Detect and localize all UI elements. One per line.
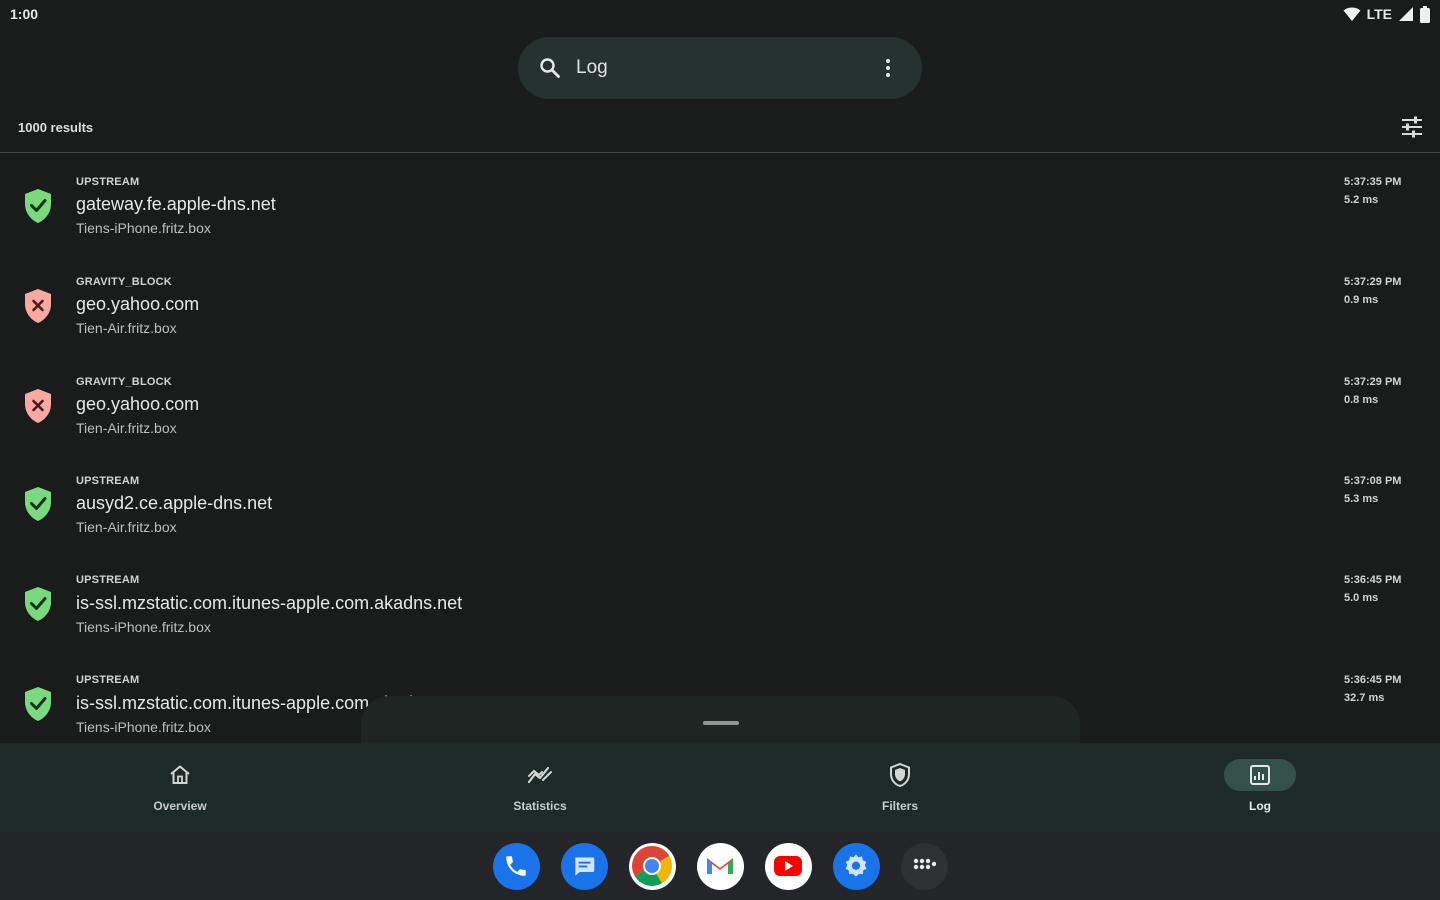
log-client: Tien-Air.fritz.box bbox=[76, 420, 177, 436]
nav-item-statistics[interactable]: Statistics bbox=[360, 743, 720, 832]
status-icons: LTE bbox=[1343, 5, 1430, 23]
gmail-icon bbox=[707, 858, 733, 874]
log-time: 5:37:08 PM bbox=[1344, 475, 1402, 487]
log-time: 5:37:29 PM bbox=[1344, 376, 1402, 388]
youtube-app[interactable] bbox=[764, 842, 812, 890]
log-status: UPSTREAM bbox=[76, 574, 140, 586]
log-duration: 5.2 ms bbox=[1344, 194, 1379, 206]
log-status: UPSTREAM bbox=[76, 176, 140, 188]
nav-icon-container bbox=[864, 759, 936, 791]
nav-label: Log bbox=[1249, 799, 1271, 813]
home-icon bbox=[170, 765, 190, 784]
taskbar bbox=[0, 832, 1440, 900]
status-time: 1:00 bbox=[10, 6, 39, 22]
tune-filter-icon[interactable] bbox=[1399, 114, 1425, 140]
network-type: LTE bbox=[1366, 6, 1392, 22]
nav-icon-container bbox=[1224, 759, 1296, 791]
query-log-list[interactable]: UPSTREAM gateway.fe.apple-dns.net Tiens-… bbox=[0, 153, 1440, 743]
log-domain: geo.yahoo.com bbox=[76, 294, 200, 314]
search-bar[interactable]: Log bbox=[518, 37, 922, 99]
log-status: GRAVITY_BLOCK bbox=[76, 376, 172, 388]
wifi-icon bbox=[1343, 7, 1361, 21]
app-drawer[interactable] bbox=[900, 842, 948, 890]
log-time: 5:37:35 PM bbox=[1344, 176, 1402, 188]
log-time: 5:36:45 PM bbox=[1344, 674, 1402, 686]
chrome-icon bbox=[632, 846, 672, 886]
phone-app[interactable] bbox=[492, 842, 540, 890]
search-icon bbox=[540, 58, 560, 78]
allowed-shield-icon bbox=[25, 687, 51, 721]
log-row[interactable]: GRAVITY_BLOCK geo.yahoo.com Tien-Air.fri… bbox=[0, 367, 1440, 467]
nav-label: Statistics bbox=[513, 799, 567, 813]
log-client: Tien-Air.fritz.box bbox=[76, 519, 177, 535]
log-status: UPSTREAM bbox=[76, 475, 140, 487]
status-bar: 1:00 LTE bbox=[0, 0, 1440, 28]
log-row[interactable]: GRAVITY_BLOCK geo.yahoo.com Tien-Air.fri… bbox=[0, 267, 1440, 367]
log-duration: 5.3 ms bbox=[1344, 493, 1379, 505]
log-icon bbox=[1250, 765, 1270, 785]
log-domain: is-ssl.mzstatic.com.itunes-apple.com.aka… bbox=[76, 593, 463, 613]
nav-label: Overview bbox=[153, 799, 207, 813]
allowed-shield-icon bbox=[25, 487, 51, 521]
log-row[interactable]: UPSTREAM gateway.fe.apple-dns.net Tiens-… bbox=[0, 167, 1440, 267]
log-domain: ausyd2.ce.apple-dns.net bbox=[76, 493, 273, 513]
log-status: GRAVITY_BLOCK bbox=[76, 276, 172, 288]
more-options-icon[interactable] bbox=[876, 56, 900, 80]
gmail-app[interactable] bbox=[696, 842, 744, 890]
log-row[interactable]: UPSTREAM is-ssl.mzstatic.com.itunes-appl… bbox=[0, 566, 1440, 666]
log-time: 5:37:29 PM bbox=[1344, 276, 1402, 288]
log-domain: gateway.fe.apple-dns.net bbox=[76, 194, 276, 214]
log-duration: 0.9 ms bbox=[1344, 294, 1379, 306]
log-duration: 0.8 ms bbox=[1344, 394, 1379, 406]
drag-handle[interactable] bbox=[703, 721, 739, 725]
log-client: Tiens-iPhone.fritz.box bbox=[76, 719, 211, 735]
nav-icon-container bbox=[504, 759, 576, 791]
messages-icon bbox=[575, 857, 595, 876]
app-grid-icon bbox=[913, 858, 936, 870]
signal-icon bbox=[1399, 7, 1413, 21]
bottom-navigation: Overview Statistics Filters Log bbox=[0, 743, 1440, 832]
log-time: 5:36:45 PM bbox=[1344, 574, 1402, 586]
allowed-shield-icon bbox=[25, 189, 51, 223]
nav-item-log[interactable]: Log bbox=[1080, 743, 1440, 832]
log-client: Tiens-iPhone.fritz.box bbox=[76, 220, 211, 236]
chart-icon bbox=[527, 766, 552, 784]
blocked-shield-icon bbox=[25, 289, 51, 323]
blocked-shield-icon bbox=[25, 389, 51, 423]
log-client: Tien-Air.fritz.box bbox=[76, 320, 177, 336]
log-domain: geo.yahoo.com bbox=[76, 394, 200, 414]
log-duration: 5.0 ms bbox=[1344, 592, 1379, 604]
nav-label: Filters bbox=[881, 799, 918, 813]
nav-item-filters[interactable]: Filters bbox=[720, 743, 1080, 832]
youtube-icon bbox=[774, 856, 802, 876]
battery-icon bbox=[1420, 5, 1430, 23]
results-count: 1000 results bbox=[18, 120, 94, 135]
settings-icon bbox=[845, 854, 867, 877]
nav-icon-container bbox=[144, 759, 216, 791]
phone-icon bbox=[506, 856, 526, 876]
log-client: Tiens-iPhone.fritz.box bbox=[76, 619, 211, 635]
shield-icon bbox=[890, 762, 910, 788]
settings-app[interactable] bbox=[832, 842, 880, 890]
nav-item-overview[interactable]: Overview bbox=[0, 743, 360, 832]
log-row[interactable]: UPSTREAM ausyd2.ce.apple-dns.net Tien-Ai… bbox=[0, 467, 1440, 567]
messages-app[interactable] bbox=[560, 842, 608, 890]
allowed-shield-icon bbox=[25, 587, 51, 621]
log-status: UPSTREAM bbox=[76, 674, 140, 686]
search-input[interactable]: Log bbox=[576, 57, 876, 79]
log-duration: 32.7 ms bbox=[1344, 692, 1385, 704]
chrome-app[interactable] bbox=[628, 842, 676, 890]
